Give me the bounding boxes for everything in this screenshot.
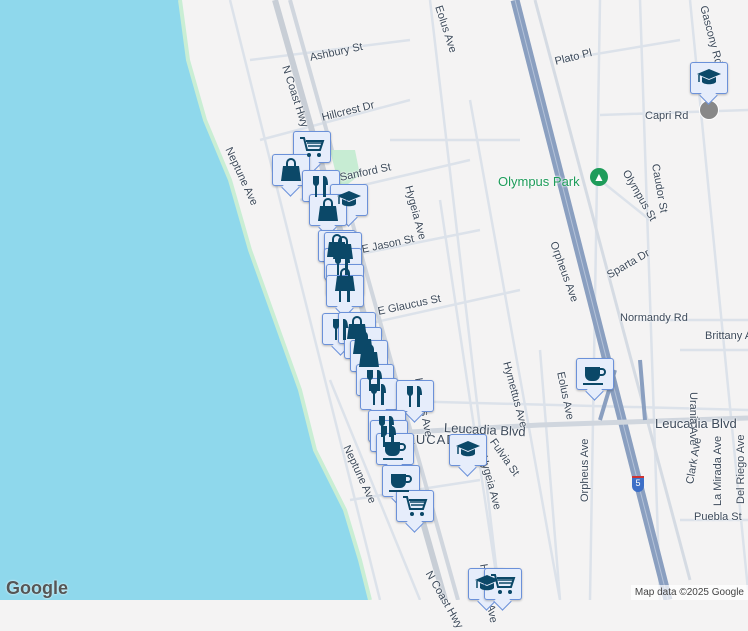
school-marker[interactable] [449,434,487,466]
park-tree-icon[interactable]: ▲ [590,168,608,186]
street-label: La Mirada Ave [712,435,724,506]
school-marker[interactable] [690,62,728,94]
shopping-bag-icon [278,158,304,182]
cafe-marker[interactable] [576,358,614,390]
street-label: Del Riego Ave [735,434,747,504]
map-canvas[interactable] [0,0,748,600]
street-label: Brittany Ave [705,330,748,342]
shopping-cart-icon [490,572,516,596]
cafe-icon [582,362,608,386]
restaurant-icon [402,384,428,408]
school-icon [455,438,481,462]
shopping-cart-icon [299,135,325,159]
cafe-icon [388,469,414,493]
shopping-bag-icon [315,198,341,222]
street-label: Puebla St [694,511,742,523]
shopping-bag-icon [356,344,382,368]
restaurant-icon [308,174,334,198]
street-label: Capri Rd [645,110,689,122]
street-label: Normandy Rd [620,312,688,324]
shopping-cart-marker[interactable] [484,568,522,600]
street-label: Orpheus Ave [579,438,591,502]
restaurant-marker[interactable] [326,275,364,307]
google-logo: Google [6,578,68,598]
park-label: Olympus Park [498,174,580,189]
restaurant-icon [332,279,358,303]
cafe-icon [382,437,408,461]
cafe-marker[interactable] [376,433,414,465]
shopping-cart-icon [402,494,428,518]
restaurant-marker[interactable] [360,378,398,410]
shopping-cart-marker[interactable] [396,490,434,522]
school-icon [696,66,722,90]
map-attribution[interactable]: Map data ©2025 Google [630,585,748,600]
restaurant-icon [366,382,392,406]
interstate-shield: 5 [632,476,644,492]
restaurant-marker[interactable] [396,380,434,412]
